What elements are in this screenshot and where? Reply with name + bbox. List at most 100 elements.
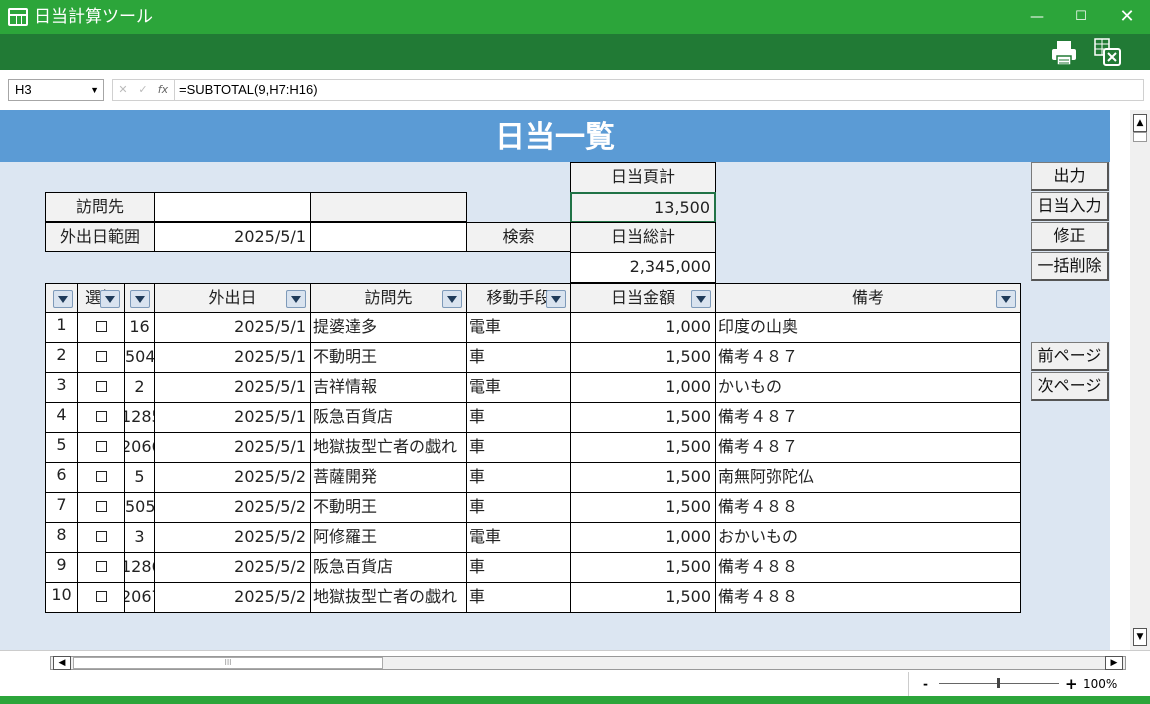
row-means[interactable]: 車 — [466, 582, 571, 613]
row-id[interactable]: 2 — [124, 372, 155, 403]
row-dest[interactable]: 地獄抜型亡者の戯れ — [310, 432, 467, 463]
bulk-delete-button[interactable]: 一括削除 — [1031, 252, 1109, 281]
row-means[interactable]: 電車 — [466, 312, 571, 343]
filter-dropdown-icon[interactable] — [546, 290, 566, 308]
row-dest[interactable]: 阿修羅王 — [310, 522, 467, 553]
scroll-down-icon[interactable]: ▼ — [1133, 628, 1147, 646]
scroll-up-icon[interactable]: ▲ — [1133, 114, 1147, 132]
row-date[interactable]: 2025/5/1 — [154, 342, 311, 373]
row-note[interactable]: おかいもの — [715, 522, 1021, 553]
row-note[interactable]: 印度の山奥 — [715, 312, 1021, 343]
row-date[interactable]: 2025/5/1 — [154, 432, 311, 463]
zoom-in-icon[interactable]: + — [1065, 672, 1078, 696]
print-icon[interactable] — [1050, 39, 1078, 67]
row-date[interactable]: 2025/5/1 — [154, 312, 311, 343]
maximize-icon[interactable]: ☐ — [1058, 0, 1104, 34]
row-dest[interactable]: 吉祥情報 — [310, 372, 467, 403]
vertical-scrollbar[interactable]: ▲ ▼ — [1130, 110, 1150, 650]
row-note[interactable]: 備考４８７ — [715, 432, 1021, 463]
row-dest[interactable]: 提婆達多 — [310, 312, 467, 343]
row-date[interactable]: 2025/5/2 — [154, 582, 311, 613]
excel-export-icon[interactable] — [1092, 37, 1124, 67]
close-icon[interactable]: ✕ — [1104, 0, 1150, 34]
row-checkbox[interactable] — [77, 552, 125, 583]
filter-dropdown-icon[interactable] — [130, 290, 150, 308]
chevron-down-icon[interactable]: ▼ — [90, 80, 99, 100]
row-checkbox[interactable] — [77, 522, 125, 553]
row-id[interactable]: 5 — [124, 462, 155, 493]
row-dest[interactable]: 阪急百貨店 — [310, 402, 467, 433]
row-amount[interactable]: 1,500 — [570, 462, 716, 493]
filter-dropdown-icon[interactable] — [53, 290, 73, 308]
row-checkbox[interactable] — [77, 342, 125, 373]
row-dest[interactable]: 地獄抜型亡者の戯れ — [310, 582, 467, 613]
scroll-thumb[interactable] — [1133, 132, 1147, 142]
minimize-icon[interactable]: — — [1014, 0, 1060, 34]
row-date[interactable]: 2025/5/2 — [154, 462, 311, 493]
row-checkbox[interactable] — [77, 312, 125, 343]
row-checkbox[interactable] — [77, 432, 125, 463]
filter-dropdown-icon[interactable] — [691, 290, 711, 308]
row-means[interactable]: 車 — [466, 492, 571, 523]
daily-input-button[interactable]: 日当入力 — [1031, 192, 1109, 221]
row-amount[interactable]: 1,000 — [570, 372, 716, 403]
row-note[interactable]: 備考４８７ — [715, 342, 1021, 373]
row-means[interactable]: 車 — [466, 342, 571, 373]
row-id[interactable]: 16 — [124, 312, 155, 343]
row-checkbox[interactable] — [77, 492, 125, 523]
checkbox-icon[interactable] — [95, 560, 107, 572]
search-button[interactable]: 検索 — [466, 222, 571, 252]
row-date[interactable]: 2025/5/2 — [154, 552, 311, 583]
row-means[interactable]: 車 — [466, 462, 571, 493]
scroll-left-icon[interactable]: ◀ — [53, 656, 71, 670]
row-means[interactable]: 車 — [466, 402, 571, 433]
checkbox-icon[interactable] — [95, 530, 107, 542]
date-to-input[interactable] — [310, 222, 467, 252]
row-date[interactable]: 2025/5/2 — [154, 522, 311, 553]
row-amount[interactable]: 1,500 — [570, 402, 716, 433]
zoom-slider-thumb[interactable] — [997, 678, 1000, 688]
checkbox-icon[interactable] — [95, 380, 107, 392]
zoom-out-icon[interactable]: - — [923, 672, 928, 696]
page-total-value[interactable]: 13,500 — [570, 192, 716, 223]
row-id[interactable]: 504 — [124, 342, 155, 373]
scroll-thumb-horizontal[interactable]: III — [73, 657, 383, 669]
checkbox-icon[interactable] — [95, 410, 107, 422]
row-id[interactable]: 1285 — [124, 402, 155, 433]
row-amount[interactable]: 1,500 — [570, 552, 716, 583]
row-amount[interactable]: 1,500 — [570, 432, 716, 463]
row-note[interactable]: 備考４８８ — [715, 552, 1021, 583]
row-amount[interactable]: 1,000 — [570, 312, 716, 343]
row-note[interactable]: 備考４８８ — [715, 492, 1021, 523]
row-means[interactable]: 車 — [466, 432, 571, 463]
row-dest[interactable]: 菩薩開発 — [310, 462, 467, 493]
filter-dropdown-icon[interactable] — [100, 290, 120, 308]
row-date[interactable]: 2025/5/1 — [154, 372, 311, 403]
name-box[interactable]: H3 ▼ — [8, 79, 104, 101]
confirm-icon[interactable]: ✓ — [133, 80, 153, 100]
row-note[interactable]: 備考４８８ — [715, 582, 1021, 613]
row-date[interactable]: 2025/5/1 — [154, 402, 311, 433]
row-id[interactable]: 2067 — [124, 582, 155, 613]
date-from-input[interactable]: 2025/5/1 — [154, 222, 311, 252]
row-note[interactable]: 備考４８７ — [715, 402, 1021, 433]
checkbox-icon[interactable] — [95, 350, 107, 362]
prev-page-button[interactable]: 前ページ — [1031, 342, 1109, 371]
checkbox-icon[interactable] — [95, 470, 107, 482]
output-button[interactable]: 出力 — [1031, 162, 1109, 191]
row-amount[interactable]: 1,000 — [570, 522, 716, 553]
formula-input[interactable]: =SUBTOTAL(9,H7:H16) — [174, 79, 1144, 101]
scroll-right-icon[interactable]: ▶ — [1105, 656, 1123, 670]
row-checkbox[interactable] — [77, 462, 125, 493]
visit-dest-input[interactable] — [154, 192, 311, 222]
row-note[interactable]: 南無阿弥陀仏 — [715, 462, 1021, 493]
checkbox-icon[interactable] — [95, 590, 107, 602]
row-amount[interactable]: 1,500 — [570, 582, 716, 613]
row-id[interactable]: 505 — [124, 492, 155, 523]
row-dest[interactable]: 不動明王 — [310, 342, 467, 373]
row-id[interactable]: 1286 — [124, 552, 155, 583]
checkbox-icon[interactable] — [95, 500, 107, 512]
checkbox-icon[interactable] — [95, 440, 107, 452]
row-date[interactable]: 2025/5/2 — [154, 492, 311, 523]
filter-dropdown-icon[interactable] — [996, 290, 1016, 308]
